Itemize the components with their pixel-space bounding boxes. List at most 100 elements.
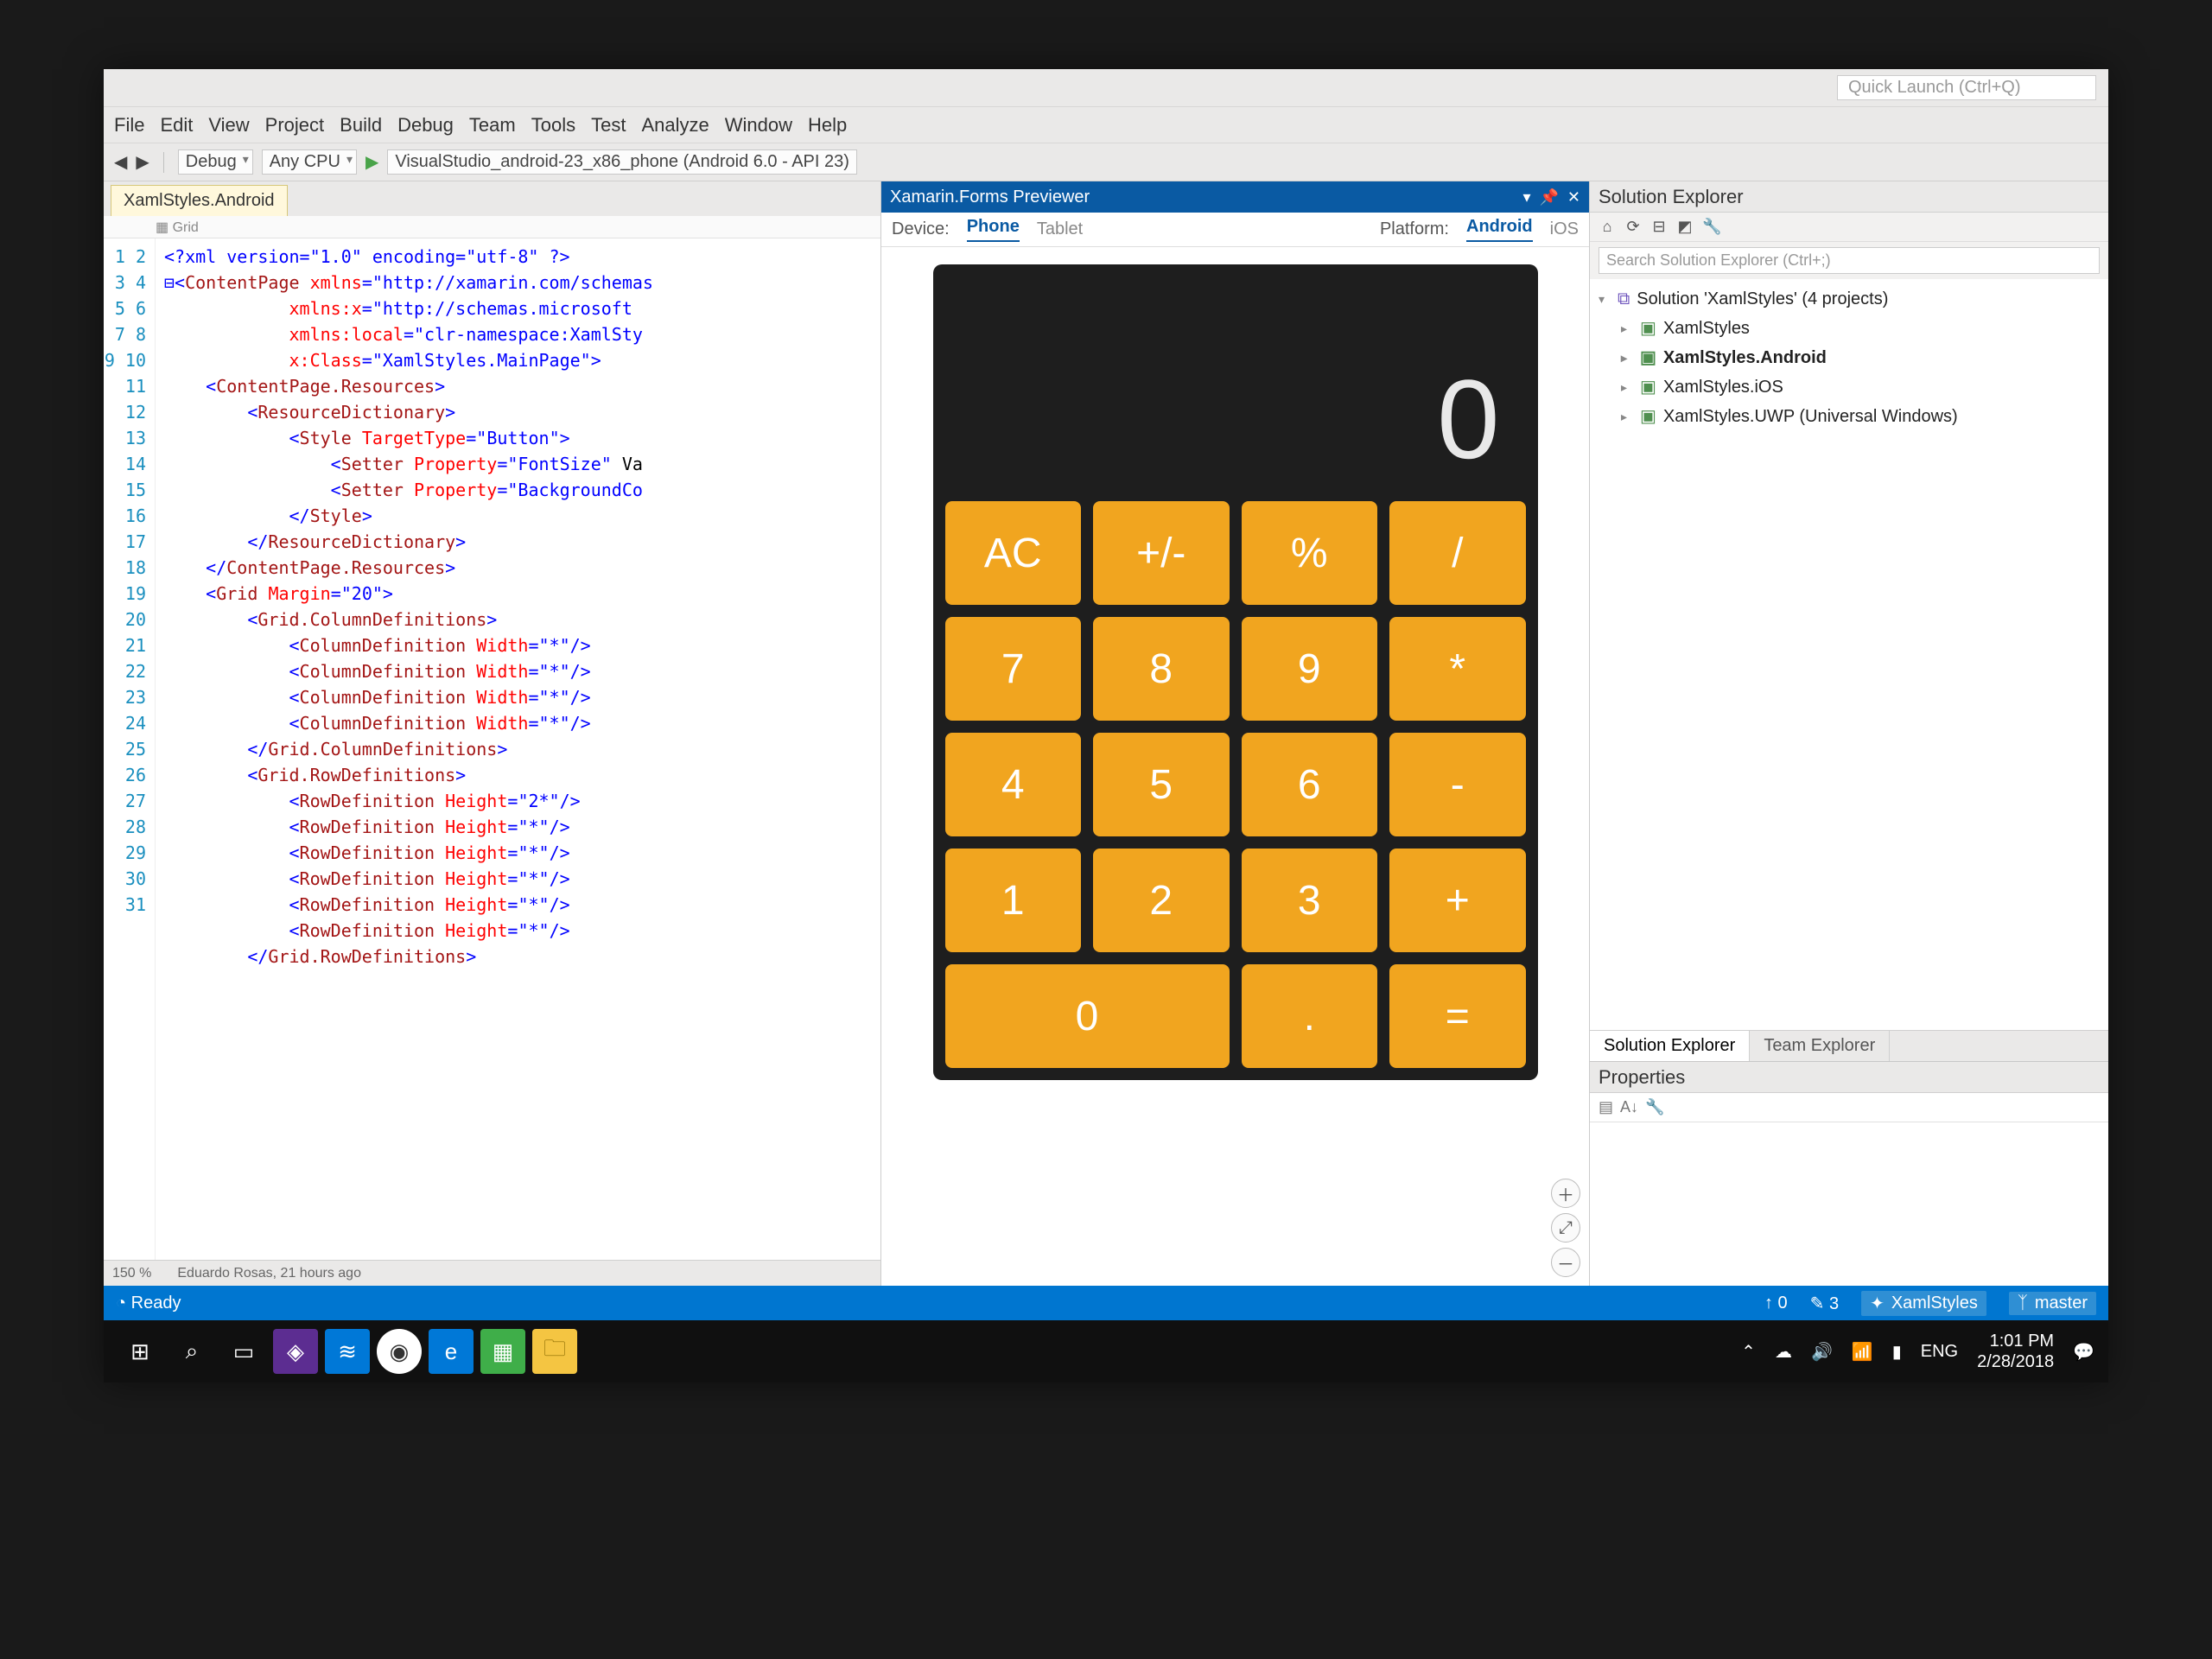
pending-edits[interactable]: ✎ 3 [1810,1293,1839,1314]
debug-target[interactable]: VisualStudio_android-23_x86_phone (Andro… [387,149,857,175]
menu-project[interactable]: Project [265,114,324,137]
previewer-dropdown-icon[interactable]: ▾ [1522,188,1530,207]
device-option-tablet[interactable]: Tablet [1037,219,1083,239]
calc-button-op[interactable]: = [1389,964,1526,1068]
zoom-in-icon[interactable]: ＋ [1551,1179,1580,1208]
calc-button-0[interactable]: 0 [945,964,1230,1068]
platform-option-ios[interactable]: iOS [1550,219,1579,239]
show-all-icon[interactable]: ◩ [1676,218,1694,236]
tree-expander-icon[interactable]: ▸ [1621,402,1633,431]
menu-tools[interactable]: Tools [531,114,575,137]
chrome-icon[interactable]: ◉ [377,1329,422,1374]
properties-header: Properties [1590,1062,2108,1093]
solution-search-input[interactable]: Search Solution Explorer (Ctrl+;) [1599,247,2100,274]
tree-expander-icon[interactable]: ▸ [1621,372,1633,402]
props-wrench-icon[interactable]: 🔧 [1645,1098,1664,1116]
calc-button-op[interactable]: . [1242,964,1378,1068]
tree-expander-icon[interactable]: ▾ [1599,284,1611,314]
calc-button-op[interactable]: / [1389,501,1526,605]
calc-button-op[interactable]: - [1389,733,1526,836]
calc-button-2[interactable]: 2 [1093,849,1230,952]
tray-volume-icon[interactable]: 🔊 [1811,1341,1833,1363]
calc-button-3[interactable]: 3 [1242,849,1378,952]
tray-onedrive-icon[interactable]: ☁ [1775,1341,1792,1363]
nav-back-icon[interactable]: ◀ [114,151,127,173]
properties-icon[interactable]: 🔧 [1702,218,1719,236]
taskbar-clock[interactable]: 1:01 PM 2/28/2018 [1977,1331,2054,1372]
tray-network-icon[interactable]: 📶 [1852,1341,1873,1363]
pending-uploads[interactable]: ↑ 0 [1764,1294,1788,1313]
solution-node[interactable]: ▸XamlStyles [1599,314,2100,343]
edge-icon[interactable]: e [429,1329,474,1374]
search-icon[interactable]: ⌕ [169,1329,214,1374]
calc-button-5[interactable]: 5 [1093,733,1230,836]
platform-option-android[interactable]: Android [1466,217,1533,242]
device-label: Device: [892,219,950,239]
file-explorer-icon[interactable]: 🗀 [532,1329,577,1374]
calc-button-7[interactable]: 7 [945,617,1082,721]
calc-button-op[interactable]: + [1389,849,1526,952]
calc-button-AC[interactable]: AC [945,501,1082,605]
platform-label: Platform: [1380,219,1449,239]
calc-button-opopop[interactable]: +/- [1093,501,1230,605]
calc-button-9[interactable]: 9 [1242,617,1378,721]
visual-studio-icon[interactable]: ◈ [273,1329,318,1374]
repo-name[interactable]: ✦ XamlStyles [1861,1291,1986,1316]
solution-node[interactable]: ▸XamlStyles.UWP (Universal Windows) [1599,402,2100,431]
refresh-icon[interactable]: ⟳ [1624,218,1642,236]
calc-button-8[interactable]: 8 [1093,617,1230,721]
calc-button-4[interactable]: 4 [945,733,1082,836]
tab-team-explorer[interactable]: Team Explorer [1750,1031,1890,1061]
solution-node[interactable]: ▸XamlStyles.iOS [1599,372,2100,402]
menu-help[interactable]: Help [808,114,847,137]
tray-lang[interactable]: ENG [1921,1342,1958,1362]
solution-node[interactable]: ▸XamlStyles.Android [1599,343,2100,372]
previewer-close-icon[interactable]: ✕ [1567,188,1580,207]
editor-zoom[interactable]: 150 % [112,1266,151,1281]
tray-battery-icon[interactable]: ▮ [1892,1341,1902,1363]
device-option-phone[interactable]: Phone [967,217,1020,242]
home-icon[interactable]: ⌂ [1599,218,1616,236]
tree-expander-icon[interactable]: ▸ [1621,343,1633,372]
calc-button-op[interactable]: % [1242,501,1378,605]
project-icon [1640,402,1656,431]
quick-launch-input[interactable]: Quick Launch (Ctrl+Q) [1837,75,2096,100]
collapse-icon[interactable]: ⊟ [1650,218,1668,236]
calc-button-1[interactable]: 1 [945,849,1082,952]
toolbar: ◀ ▶ Debug Any CPU ▶ VisualStudio_android… [104,143,2108,181]
tray-chevron-icon[interactable]: ⌃ [1741,1341,1756,1363]
vs-code-icon[interactable]: ≋ [325,1329,370,1374]
props-alpha-icon[interactable]: A↓ [1620,1098,1638,1116]
calc-button-op[interactable]: * [1389,617,1526,721]
run-button-icon[interactable]: ▶ [365,151,378,173]
config-combo[interactable]: Debug [178,149,253,175]
action-center-icon[interactable]: 💬 [2073,1341,2094,1363]
start-button-icon[interactable]: ⊞ [118,1329,162,1374]
app-icon[interactable]: ▦ [480,1329,525,1374]
zoom-fit-icon[interactable]: ⤢ [1551,1213,1580,1243]
branch-name[interactable]: ᛉ master [2009,1292,2096,1315]
menu-view[interactable]: View [208,114,249,137]
calc-button-6[interactable]: 6 [1242,733,1378,836]
status-text: ◔ Ready [116,1294,181,1313]
menu-analyze[interactable]: Analyze [641,114,709,137]
menu-window[interactable]: Window [725,114,792,137]
tree-expander-icon[interactable]: ▸ [1621,314,1633,343]
menu-file[interactable]: File [114,114,144,137]
menu-debug[interactable]: Debug [397,114,454,137]
props-categorized-icon[interactable]: ▤ [1599,1098,1613,1116]
menu-team[interactable]: Team [469,114,516,137]
tab-solution-explorer[interactable]: Solution Explorer [1590,1031,1750,1061]
platform-combo[interactable]: Any CPU [262,149,357,175]
breadcrumb-element[interactable]: ▦ Grid [156,219,199,236]
code-area[interactable]: <?xml version="1.0" encoding="utf-8" ?>⊟… [156,238,880,1260]
menu-edit[interactable]: Edit [160,114,193,137]
solution-node[interactable]: ▾Solution 'XamlStyles' (4 projects) [1599,284,2100,314]
previewer-pin-icon[interactable]: 📌 [1539,188,1558,207]
document-tab[interactable]: XamlStyles.Android [111,185,288,216]
menu-test[interactable]: Test [591,114,626,137]
menu-build[interactable]: Build [340,114,382,137]
nav-fwd-icon[interactable]: ▶ [136,151,149,173]
zoom-out-icon[interactable]: － [1551,1248,1580,1277]
task-view-icon[interactable]: ▭ [221,1329,266,1374]
